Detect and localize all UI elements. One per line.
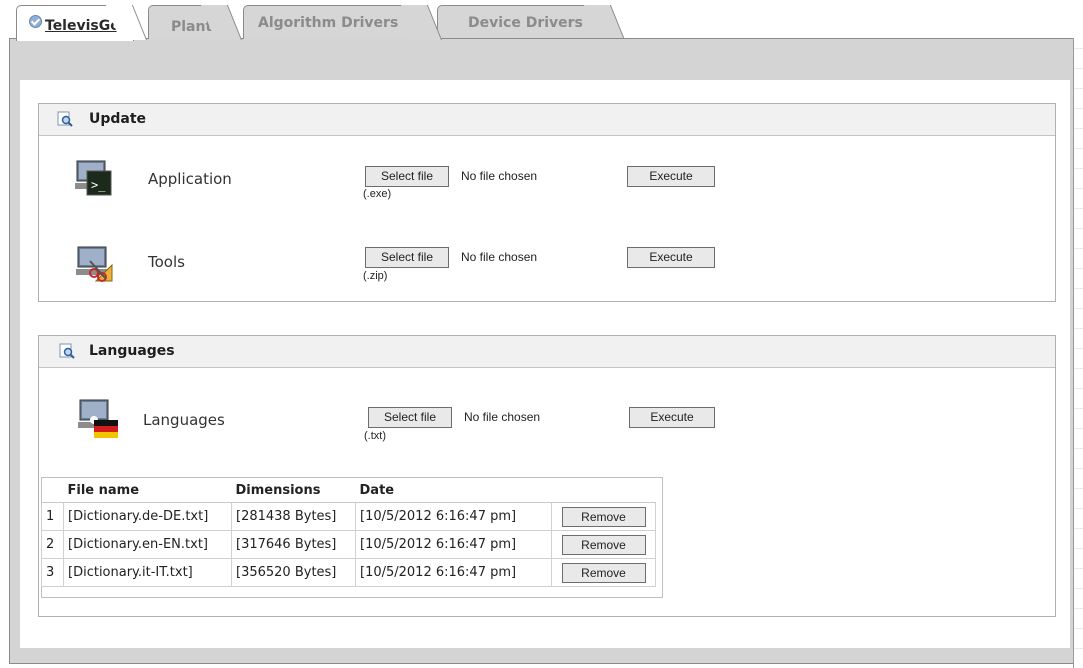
section-title: Update xyxy=(89,111,147,127)
tools-file-extension: (.zip) xyxy=(363,270,388,282)
magnifier-page-icon xyxy=(59,343,75,359)
dimensions-cell: [281438 Bytes] xyxy=(231,502,356,531)
action-column-header xyxy=(551,477,656,503)
languages-file-status: No file chosen xyxy=(464,410,541,424)
table-row: 2 [Dictionary.en-EN.txt] [317646 Bytes] … xyxy=(41,530,656,559)
magnifier-page-icon xyxy=(57,111,73,127)
table-row: 3 [Dictionary.it-IT.txt] [356520 Bytes] … xyxy=(41,558,656,587)
action-cell: Remove xyxy=(551,558,656,587)
tab-device-drivers[interactable]: Device Drivers xyxy=(437,5,625,40)
section-title: Languages xyxy=(89,343,175,359)
tab-label: Algorithm Drivers xyxy=(258,15,399,31)
file-name-cell: [Dictionary.en-EN.txt] xyxy=(63,530,232,559)
languages-execute-button[interactable]: Execute xyxy=(629,407,715,428)
languages-select-file-button[interactable]: Select file xyxy=(368,407,452,428)
check-icon xyxy=(29,15,42,28)
dimensions-cell: [356520 Bytes] xyxy=(231,558,356,587)
svg-text:>_: >_ xyxy=(91,178,106,192)
file-table: File name Dimensions Date 1 [Dictionary.… xyxy=(41,477,656,587)
tab-algorithm-drivers[interactable]: Algorithm Drivers xyxy=(243,5,442,40)
section-header: Update xyxy=(39,104,1055,136)
tab-televisgo[interactable]: TelevisGo xyxy=(16,5,147,41)
date-cell: [10/5/2012 6:16:47 pm] xyxy=(355,530,552,559)
languages-file-extension: (.txt) xyxy=(364,430,386,442)
tools-select-file-button[interactable]: Select file xyxy=(365,247,449,268)
torn-edge xyxy=(1073,38,1083,668)
update-section: Update xyxy=(38,103,1056,302)
tab-label: Device Drivers xyxy=(468,15,583,31)
application-select-file-button[interactable]: Select file xyxy=(365,166,449,187)
row-index: 3 xyxy=(41,558,64,587)
application-file-status: No file chosen xyxy=(461,169,538,183)
remove-button[interactable]: Remove xyxy=(561,534,646,555)
tab-label: TelevisGo xyxy=(45,18,120,34)
tab-edge xyxy=(105,5,147,40)
tools-file-status: No file chosen xyxy=(461,250,538,264)
section-header: Languages xyxy=(39,336,1055,368)
tab-edge xyxy=(400,5,442,40)
action-cell: Remove xyxy=(551,530,656,559)
dimensions-cell: [317646 Bytes] xyxy=(231,530,356,559)
column-header-dimensions: Dimensions xyxy=(231,477,356,503)
terminal-monitor-icon: >_ xyxy=(75,160,112,196)
remove-button[interactable]: Remove xyxy=(561,506,646,527)
application-execute-button[interactable]: Execute xyxy=(627,166,715,187)
languages-label: Languages xyxy=(143,411,225,429)
table-row: 1 [Dictionary.de-DE.txt] [281438 Bytes] … xyxy=(41,502,656,531)
language-flag-monitor-icon xyxy=(78,399,118,438)
row-index: 2 xyxy=(41,530,64,559)
row-index: 1 xyxy=(41,502,64,531)
application-label: Application xyxy=(148,170,232,188)
tab-label: Plant xyxy=(171,19,213,35)
tools-execute-button[interactable]: Execute xyxy=(627,247,715,268)
column-header-date: Date xyxy=(355,477,552,503)
remove-button[interactable]: Remove xyxy=(561,562,646,583)
table-header-row: File name Dimensions Date xyxy=(41,477,656,503)
tools-label: Tools xyxy=(148,253,185,271)
action-cell: Remove xyxy=(551,502,656,531)
application-file-extension: (.exe) xyxy=(363,188,392,200)
date-cell: [10/5/2012 6:16:47 pm] xyxy=(355,502,552,531)
tab-edge xyxy=(583,5,625,40)
file-name-cell: [Dictionary.it-IT.txt] xyxy=(63,558,232,587)
column-header-file-name: File name xyxy=(63,477,232,503)
tools-monitor-icon xyxy=(76,246,113,282)
date-cell: [10/5/2012 6:16:47 pm] xyxy=(355,558,552,587)
file-name-cell: [Dictionary.de-DE.txt] xyxy=(63,502,232,531)
tab-plant[interactable]: Plant xyxy=(148,5,242,40)
index-column-header xyxy=(41,477,64,503)
